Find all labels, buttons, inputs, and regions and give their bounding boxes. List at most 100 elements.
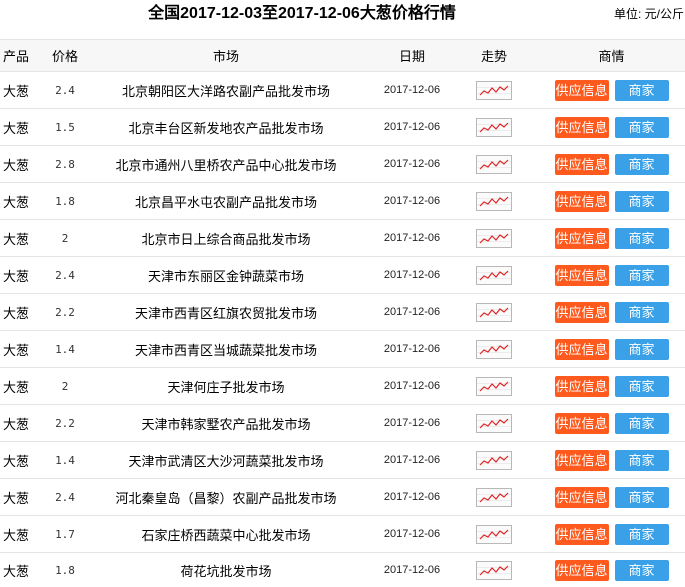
trend-chart-icon[interactable] — [476, 154, 512, 174]
trend-chart-icon[interactable] — [476, 80, 512, 100]
supply-info-button[interactable]: 供应信息 — [554, 79, 609, 101]
market-cell: 天津市西青区红旗农贸批发市场 — [86, 303, 366, 322]
trend-cell — [458, 191, 530, 211]
supply-info-button[interactable]: 供应信息 — [554, 375, 609, 397]
market-link[interactable]: 天津何庄子批发市场 — [167, 380, 284, 395]
product-cell: 大葱 — [3, 268, 30, 284]
merchant-button[interactable]: 商家 — [614, 79, 669, 101]
trend-chart-icon[interactable] — [476, 228, 512, 248]
supply-info-button[interactable]: 供应信息 — [554, 153, 609, 175]
market-link[interactable]: 天津市韩家墅农产品批发市场 — [141, 417, 310, 432]
trend-chart-icon[interactable] — [476, 339, 512, 359]
supply-info-button[interactable]: 供应信息 — [554, 486, 609, 508]
merchant-button[interactable]: 商家 — [614, 116, 669, 138]
supply-info-button[interactable]: 供应信息 — [554, 559, 609, 581]
supply-info-button[interactable]: 供应信息 — [554, 116, 609, 138]
header-date: 日期 — [398, 49, 425, 64]
product-cell: 大葱 — [3, 416, 30, 432]
price-cell: 1.8 — [55, 563, 75, 577]
table-header: 产品 价格 市场 日期 走势 商情 — [0, 39, 685, 72]
market-link[interactable]: 天津市东丽区金钟蔬菜市场 — [148, 269, 304, 284]
trend-chart-icon[interactable] — [476, 191, 512, 211]
trend-chart-icon[interactable] — [476, 376, 512, 396]
merchant-button[interactable]: 商家 — [614, 449, 669, 471]
merchant-button[interactable]: 商家 — [614, 301, 669, 323]
table-row: 大葱 2 天津何庄子批发市场 2017-12-06 供应信息 商家 — [0, 368, 685, 405]
market-link[interactable]: 北京朝阳区大洋路农副产品批发市场 — [122, 84, 330, 99]
merchant-button[interactable]: 商家 — [614, 523, 669, 545]
header-product: 产品 — [3, 49, 30, 64]
merchant-button[interactable]: 商家 — [614, 338, 669, 360]
info-cell: 供应信息 商家 — [530, 449, 685, 471]
info-cell: 供应信息 商家 — [530, 301, 685, 323]
market-link[interactable]: 北京市通州八里桥农产品中心批发市场 — [115, 158, 336, 173]
market-link[interactable]: 河北秦皇岛（昌黎）农副产品批发市场 — [115, 491, 336, 506]
trend-cell — [458, 450, 530, 470]
header-price: 价格 — [51, 49, 78, 64]
supply-info-button[interactable]: 供应信息 — [554, 412, 609, 434]
price-cell: 2.8 — [55, 157, 75, 171]
market-link[interactable]: 天津市武清区大沙河蔬菜批发市场 — [128, 454, 323, 469]
trend-chart-icon[interactable] — [476, 265, 512, 285]
trend-cell — [458, 560, 530, 580]
table-body: 大葱 2.4 北京朝阳区大洋路农副产品批发市场 2017-12-06 供应信息 商家 大葱 1… — [0, 72, 685, 587]
product-cell: 大葱 — [3, 120, 30, 136]
market-link[interactable]: 天津市西青区红旗农贸批发市场 — [135, 306, 317, 321]
merchant-button[interactable]: 商家 — [614, 486, 669, 508]
info-cell: 供应信息 商家 — [530, 412, 685, 434]
trend-cell — [458, 117, 530, 137]
merchant-button[interactable]: 商家 — [614, 559, 669, 581]
market-cell: 北京丰台区新发地农产品批发市场 — [86, 118, 366, 137]
market-link[interactable]: 天津市西青区当城蔬菜批发市场 — [135, 343, 317, 358]
trend-chart-icon[interactable] — [476, 450, 512, 470]
info-cell: 供应信息 商家 — [530, 153, 685, 175]
trend-cell — [458, 80, 530, 100]
market-cell: 天津市东丽区金钟蔬菜市场 — [86, 266, 366, 285]
price-cell: 1.4 — [55, 342, 75, 356]
market-link[interactable]: 北京丰台区新发地农产品批发市场 — [128, 121, 323, 136]
market-link[interactable]: 荷花坑批发市场 — [180, 564, 271, 579]
info-cell: 供应信息 商家 — [530, 375, 685, 397]
supply-info-button[interactable]: 供应信息 — [554, 227, 609, 249]
table-row: 大葱 1.8 荷花坑批发市场 2017-12-06 供应信息 商家 — [0, 553, 685, 587]
trend-cell — [458, 302, 530, 322]
trend-chart-icon[interactable] — [476, 117, 512, 137]
merchant-button[interactable]: 商家 — [614, 153, 669, 175]
market-link[interactable]: 北京昌平水屯农副产品批发市场 — [135, 195, 317, 210]
info-cell: 供应信息 商家 — [530, 486, 685, 508]
merchant-button[interactable]: 商家 — [614, 375, 669, 397]
merchant-button[interactable]: 商家 — [614, 412, 669, 434]
supply-info-button[interactable]: 供应信息 — [554, 301, 609, 323]
trend-chart-icon[interactable] — [476, 487, 512, 507]
supply-info-button[interactable]: 供应信息 — [554, 449, 609, 471]
market-link[interactable]: 石家庄桥西蔬菜中心批发市场 — [141, 528, 310, 543]
merchant-button[interactable]: 商家 — [614, 227, 669, 249]
product-cell: 大葱 — [3, 194, 30, 210]
table-row: 大葱 2.4 河北秦皇岛（昌黎）农副产品批发市场 2017-12-06 供应信息 商家 — [0, 479, 685, 516]
date-cell: 2017-12-06 — [383, 528, 441, 540]
supply-info-button[interactable]: 供应信息 — [554, 523, 609, 545]
date-cell: 2017-12-06 — [383, 269, 441, 281]
market-cell: 天津市西青区当城蔬菜批发市场 — [86, 340, 366, 359]
market-cell: 天津何庄子批发市场 — [86, 377, 366, 396]
info-cell: 供应信息 商家 — [530, 79, 685, 101]
merchant-button[interactable]: 商家 — [614, 190, 669, 212]
trend-cell — [458, 487, 530, 507]
supply-info-button[interactable]: 供应信息 — [554, 190, 609, 212]
trend-chart-icon[interactable] — [476, 560, 512, 580]
date-cell: 2017-12-06 — [383, 380, 441, 392]
merchant-button[interactable]: 商家 — [614, 264, 669, 286]
info-cell: 供应信息 商家 — [530, 338, 685, 360]
trend-chart-icon[interactable] — [476, 413, 512, 433]
product-cell: 大葱 — [3, 453, 30, 469]
supply-info-button[interactable]: 供应信息 — [554, 338, 609, 360]
product-cell: 大葱 — [3, 231, 30, 247]
trend-chart-icon[interactable] — [476, 302, 512, 322]
header-trend: 走势 — [480, 49, 507, 64]
product-cell: 大葱 — [3, 490, 30, 506]
market-link[interactable]: 北京市日上综合商品批发市场 — [141, 232, 310, 247]
trend-chart-icon[interactable] — [476, 524, 512, 544]
date-cell: 2017-12-06 — [383, 158, 441, 170]
info-cell: 供应信息 商家 — [530, 559, 685, 581]
supply-info-button[interactable]: 供应信息 — [554, 264, 609, 286]
